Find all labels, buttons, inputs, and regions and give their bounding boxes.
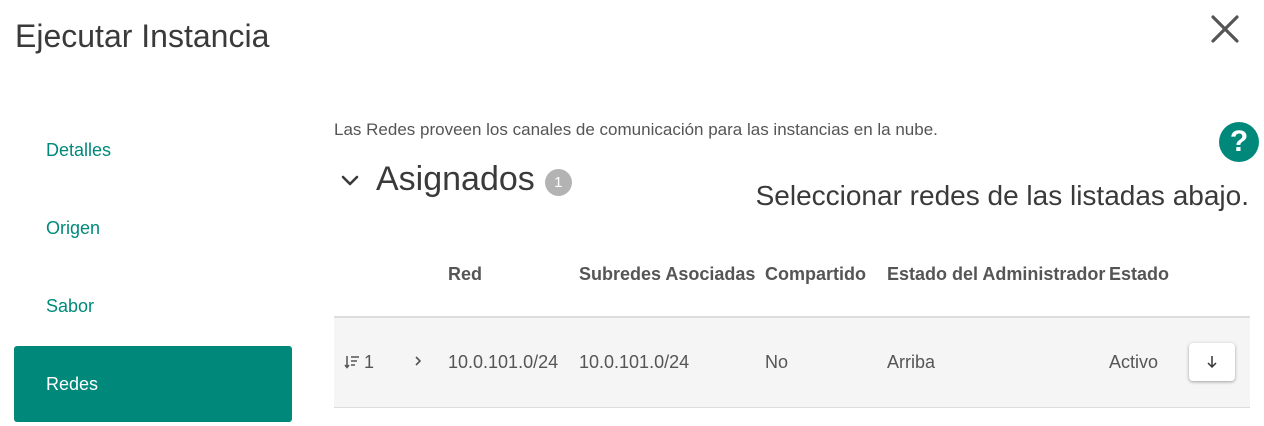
help-icon[interactable]: ? (1219, 122, 1259, 162)
column-header-red: Red (448, 232, 579, 318)
column-header-compartido: Compartido (765, 232, 887, 318)
row-order: 1 (364, 351, 375, 372)
close-icon[interactable] (1206, 10, 1244, 48)
column-header-order (334, 232, 412, 318)
sidebar-item-detalles[interactable]: Detalles (14, 112, 292, 188)
networks-description: Las Redes proveen los canales de comunic… (334, 120, 938, 139)
deallocate-button[interactable] (1189, 343, 1235, 382)
sidebar-item-sabor[interactable]: Sabor (14, 268, 292, 344)
column-header-expand (412, 232, 448, 318)
select-hint: Seleccionar redes de las listadas abajo. (755, 180, 1249, 211)
cell-red: 10.0.101.0/24 (448, 317, 579, 408)
chevron-down-icon (341, 175, 359, 185)
column-header-admin-state: Estado del Administrador (887, 232, 1109, 318)
cell-admin-state: Arriba (887, 317, 1109, 408)
column-header-actions (1189, 232, 1250, 318)
cell-estado: Activo (1109, 317, 1189, 408)
section-title: Asignados (376, 160, 535, 198)
dialog-title: Ejecutar Instancia (15, 18, 270, 54)
column-header-subredes: Subredes Asociadas (579, 232, 765, 318)
assigned-networks-table: Red Subredes Asociadas Compartido Estado… (334, 232, 1250, 408)
assigned-count-badge: 1 (544, 169, 572, 196)
chevron-right-icon[interactable] (412, 354, 424, 368)
sidebar-item-redes[interactable]: Redes (14, 346, 292, 422)
drag-handle[interactable]: 1 (344, 346, 374, 378)
table-header-row: Red Subredes Asociadas Compartido Estado… (334, 232, 1250, 318)
column-header-estado: Estado (1109, 232, 1189, 318)
cell-subredes: 10.0.101.0/24 (579, 317, 765, 408)
cell-compartido: No (765, 317, 887, 408)
arrow-down-icon (1207, 356, 1217, 369)
sort-order-icon (344, 355, 359, 369)
wizard-sidebar: Detalles Origen Sabor Redes (14, 112, 292, 424)
sidebar-item-origen[interactable]: Origen (14, 190, 292, 266)
table-row: 1 10.0.101.0/24 10.0.101.0/24 No Arriba … (334, 317, 1250, 408)
assigned-section-toggle[interactable]: Asignados 1 (338, 160, 572, 199)
